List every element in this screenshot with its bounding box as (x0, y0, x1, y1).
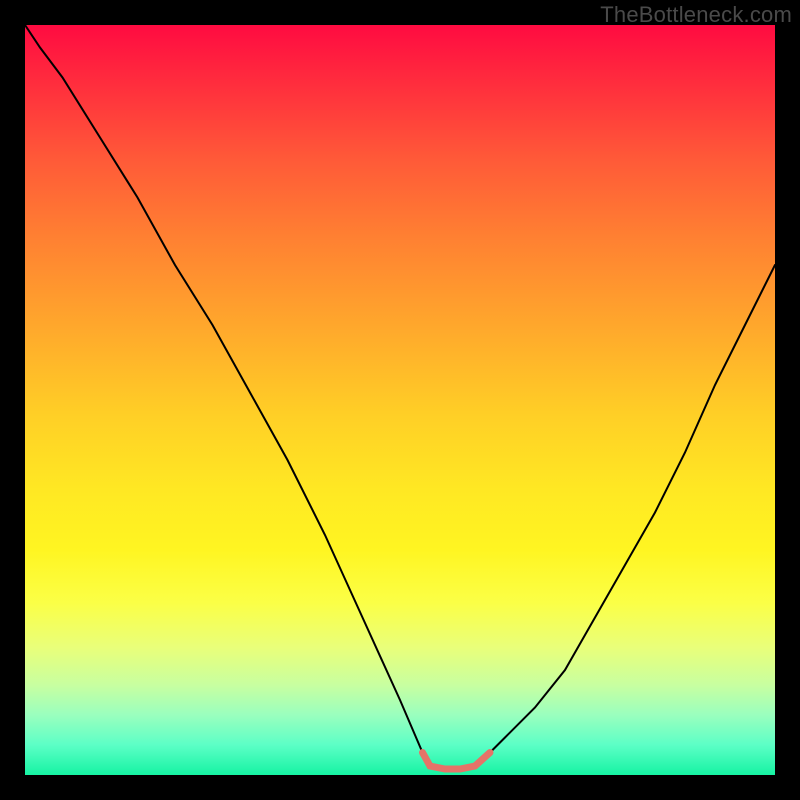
curve-min-bracket (423, 753, 491, 770)
plot-area (25, 25, 775, 775)
chart-svg (25, 25, 775, 775)
chart-frame: TheBottleneck.com (0, 0, 800, 800)
curve-right-limb (490, 265, 775, 753)
curve-left-limb (25, 25, 423, 753)
watermark-text: TheBottleneck.com (600, 2, 792, 28)
